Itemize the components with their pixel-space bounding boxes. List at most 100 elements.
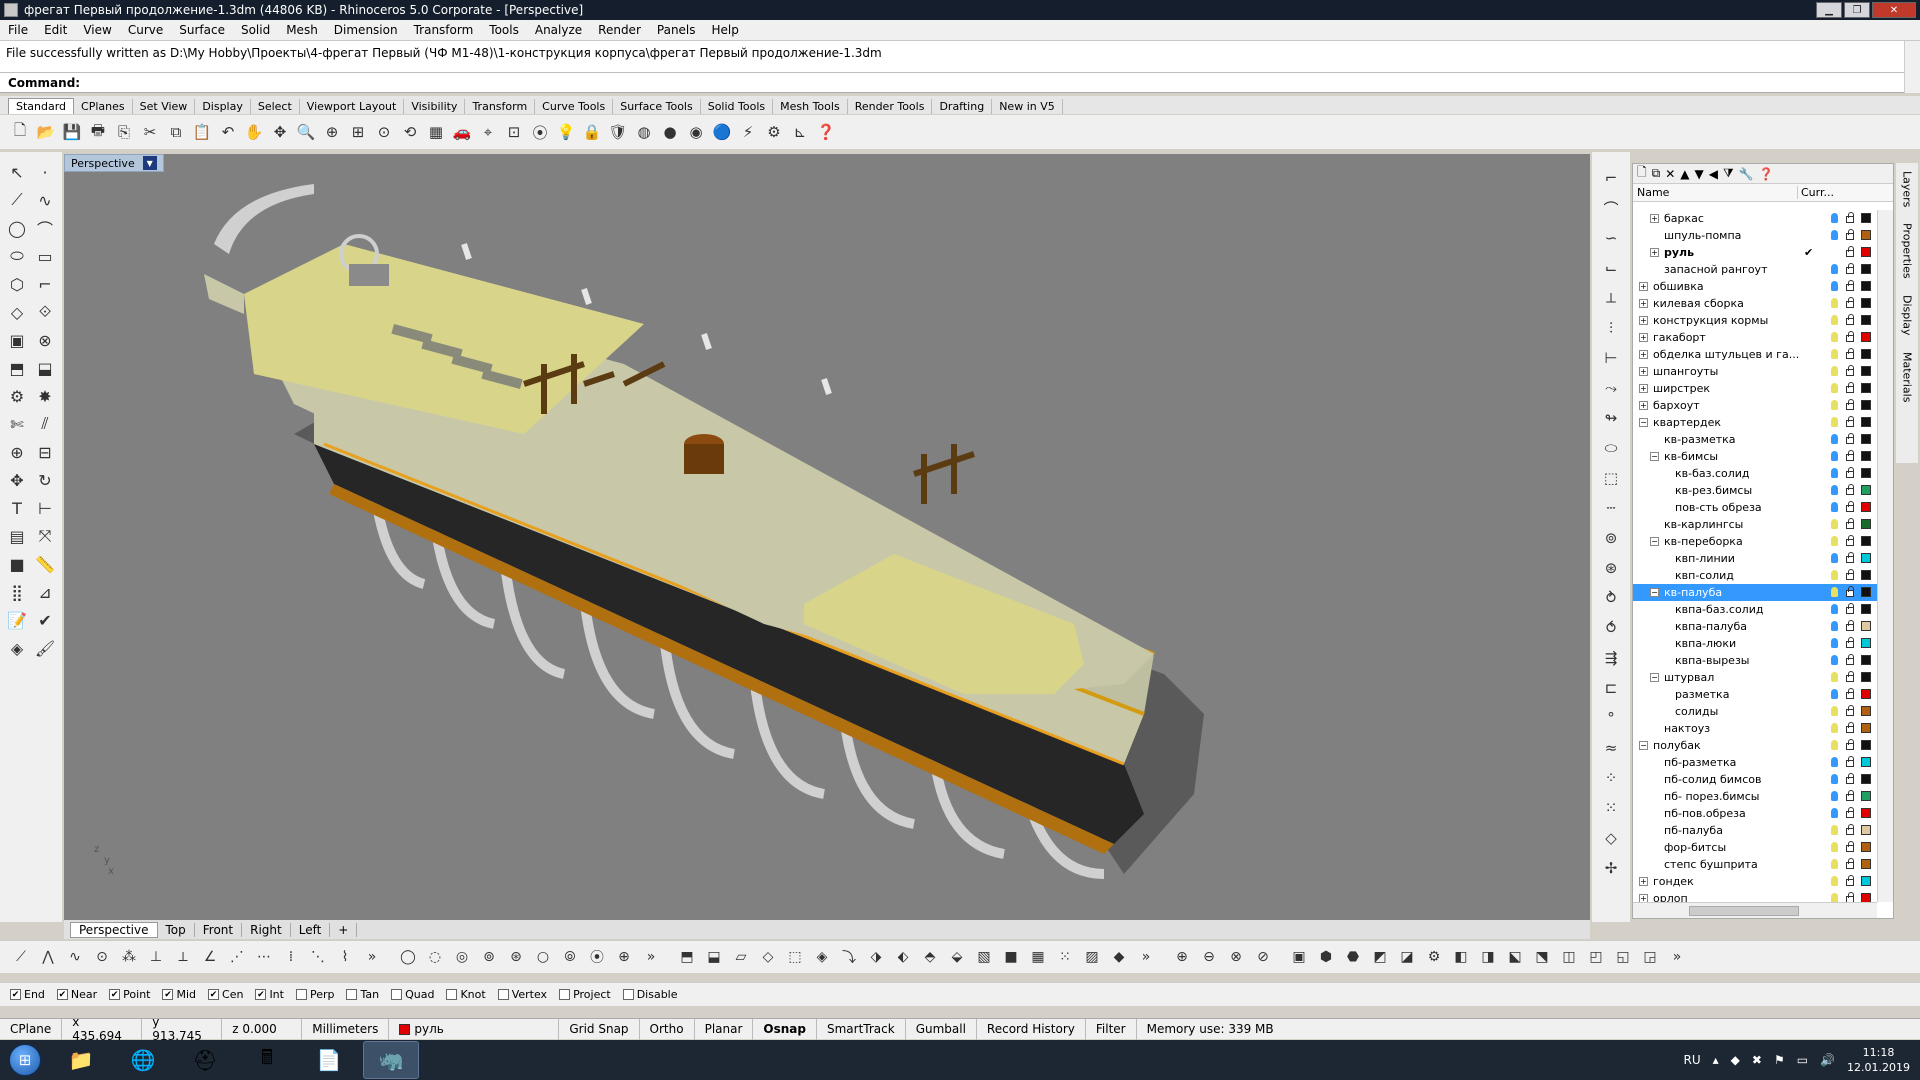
layer-color-swatch[interactable]: [1861, 281, 1871, 291]
color-wheel-icon[interactable]: ◍: [632, 120, 656, 144]
perspective-viewport[interactable]: Perspective ▼ z y x: [64, 154, 1590, 920]
visibility-bulb-icon[interactable]: [1831, 876, 1838, 886]
visibility-bulb-icon[interactable]: [1831, 519, 1838, 529]
viewtab-right[interactable]: Right: [242, 922, 291, 937]
osnap-vertex[interactable]: Vertex: [497, 988, 547, 1001]
import-icon[interactable]: ⎘: [112, 120, 136, 144]
undo-icon[interactable]: ↶: [216, 120, 240, 144]
rhino-taskbar-icon[interactable]: 🦏: [363, 1041, 419, 1079]
layer-row[interactable]: + бархоут: [1633, 397, 1893, 414]
visibility-bulb-icon[interactable]: [1831, 808, 1838, 818]
tray-expand-icon[interactable]: ▴: [1713, 1053, 1719, 1067]
layer-color-swatch[interactable]: [1861, 417, 1871, 427]
lock-icon[interactable]: [1846, 824, 1854, 835]
close-button[interactable]: ✕: [1872, 2, 1916, 18]
move-up-icon[interactable]: ▲: [1680, 167, 1689, 181]
offset-icon[interactable]: ⫶: [1597, 314, 1625, 342]
layer-row[interactable]: + гондек: [1633, 873, 1893, 890]
layer-row[interactable]: + шпангоуты: [1633, 363, 1893, 380]
new-file-icon[interactable]: 🗋: [8, 120, 32, 144]
lock-icon[interactable]: [1846, 790, 1854, 801]
mesh-icon[interactable]: ⬓: [31, 354, 59, 382]
lock-icon[interactable]: [1846, 756, 1854, 767]
osnap-checkbox[interactable]: [446, 989, 458, 1000]
layer-row[interactable]: пов-сть обреза: [1633, 499, 1893, 516]
deg-icon[interactable]: °: [1597, 704, 1625, 732]
viewtab-front[interactable]: Front: [195, 922, 243, 937]
status-record-history[interactable]: Record History: [977, 1018, 1086, 1040]
explode-icon[interactable]: ✸: [31, 382, 59, 410]
help-icon[interactable]: ❓: [814, 120, 838, 144]
layer-color-swatch[interactable]: [1861, 774, 1871, 784]
circle-vertical-icon[interactable]: ⊚: [476, 944, 502, 970]
osnap-checkbox[interactable]: [295, 989, 307, 1000]
solid-extrude-icon[interactable]: ⬢: [1313, 944, 1339, 970]
join-icon[interactable]: ⊕: [3, 438, 31, 466]
layer-row[interactable]: − штурвал: [1633, 669, 1893, 686]
layer-row[interactable]: пб-разметка: [1633, 754, 1893, 771]
layer-row[interactable]: + обшивка: [1633, 278, 1893, 295]
lock-icon[interactable]: [1846, 603, 1854, 614]
solid-fillet-icon[interactable]: ◩: [1367, 944, 1393, 970]
note-icon[interactable]: 📝: [3, 606, 31, 634]
language-indicator[interactable]: RU: [1684, 1053, 1701, 1067]
zoom-selected-icon[interactable]: ⊙: [372, 120, 396, 144]
menu-render[interactable]: Render: [590, 23, 649, 37]
visibility-bulb-icon[interactable]: [1831, 434, 1838, 444]
point-cloud-icon[interactable]: ⁙: [1052, 944, 1078, 970]
visibility-bulb-icon[interactable]: [1831, 570, 1838, 580]
osnap-mid[interactable]: ✔ Mid: [162, 988, 196, 1001]
lock-icon[interactable]: [1846, 365, 1854, 376]
sphere-icon[interactable]: ●: [658, 120, 682, 144]
layer-color-swatch[interactable]: [1861, 332, 1871, 342]
lock-icon[interactable]: [1846, 416, 1854, 427]
visibility-bulb-icon[interactable]: [1831, 587, 1838, 597]
lock-icon[interactable]: [1846, 331, 1854, 342]
status-units[interactable]: Millimeters: [302, 1018, 390, 1040]
circle-around-icon[interactable]: ⊛: [503, 944, 529, 970]
cut-icon[interactable]: ✂: [138, 120, 162, 144]
visibility-bulb-icon[interactable]: [1831, 213, 1838, 223]
layer-color-swatch[interactable]: [1861, 230, 1871, 240]
collapse-icon[interactable]: −: [1650, 673, 1659, 682]
layers-hscroll[interactable]: [1633, 902, 1877, 918]
save-icon[interactable]: 💾: [60, 120, 84, 144]
layer-row[interactable]: квпа-вырезы: [1633, 652, 1893, 669]
layer-row[interactable]: − полубак: [1633, 737, 1893, 754]
maximize-button[interactable]: ❐: [1844, 2, 1870, 18]
layer-color-swatch[interactable]: [1861, 859, 1871, 869]
expand-icon[interactable]: +: [1639, 333, 1648, 342]
layer-color-swatch[interactable]: [1861, 876, 1871, 886]
visibility-bulb-icon[interactable]: [1831, 315, 1838, 325]
visibility-bulb-icon[interactable]: [1831, 825, 1838, 835]
ruler-icon[interactable]: 📏: [31, 550, 59, 578]
circle-tangent-icon[interactable]: ◌: [422, 944, 448, 970]
layer-row[interactable]: + килевая сборка: [1633, 295, 1893, 312]
layer-row[interactable]: шпуль-помпа: [1633, 227, 1893, 244]
layer-color-swatch[interactable]: [1861, 825, 1871, 835]
network-icon[interactable]: ▭: [1797, 1053, 1808, 1067]
new-sublayer-icon[interactable]: ⧉: [1652, 166, 1661, 181]
lock-icon[interactable]: [1846, 841, 1854, 852]
status-gumball[interactable]: Gumball: [906, 1018, 977, 1040]
osnap-checkbox[interactable]: ✔: [10, 989, 21, 1000]
lock-icon[interactable]: [1846, 229, 1854, 240]
lock-icon[interactable]: [1846, 722, 1854, 733]
layer-color-swatch[interactable]: [1861, 502, 1871, 512]
layer-row[interactable]: пб-солид бимсов: [1633, 771, 1893, 788]
osnap-point[interactable]: ✔ Point: [109, 988, 150, 1001]
lock-icon[interactable]: [1846, 773, 1854, 784]
four-view-icon[interactable]: ▦: [424, 120, 448, 144]
layer-row[interactable]: разметка: [1633, 686, 1893, 703]
expand-icon[interactable]: +: [1650, 248, 1659, 257]
flow-icon[interactable]: ⇶: [1597, 644, 1625, 672]
zoom-window-icon[interactable]: ⊕: [320, 120, 344, 144]
visibility-bulb-icon[interactable]: [1831, 706, 1838, 716]
gear-icon[interactable]: ⚙: [3, 382, 31, 410]
layer-color-swatch[interactable]: [1861, 434, 1871, 444]
layer-row[interactable]: − кв-палуба: [1633, 584, 1893, 601]
tray-app-icon[interactable]: ✖: [1752, 1053, 1762, 1067]
sweep-icon[interactable]: ⥁: [1597, 584, 1625, 612]
clock[interactable]: 11:18 12.01.2019: [1847, 1045, 1910, 1075]
circle-diameter-icon[interactable]: ◎: [449, 944, 475, 970]
